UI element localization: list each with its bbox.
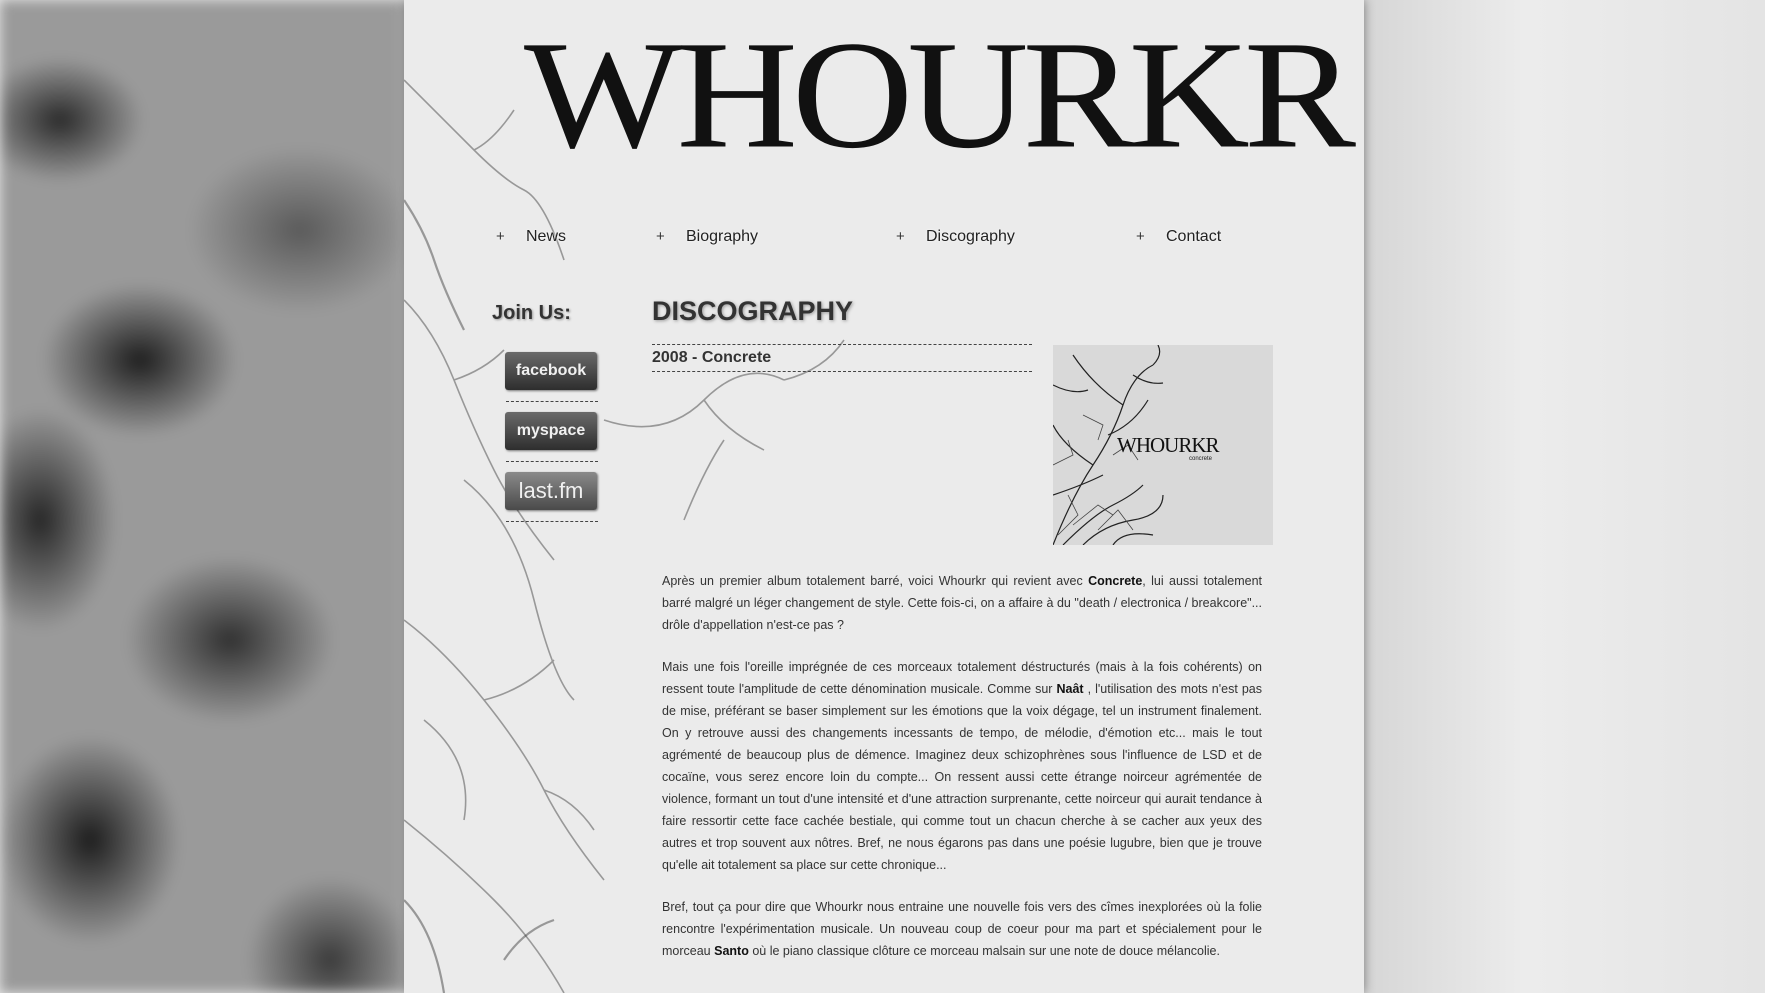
text: où le piano classique clôture ce morceau… (748, 944, 1220, 958)
nav-item-discography[interactable]: + Discography (896, 228, 1015, 246)
album-title: 2008 - Concrete (652, 349, 772, 366)
album-header: 2008 - Concrete (652, 344, 1032, 372)
bold-text: Concrete (1088, 574, 1143, 588)
main-navigation: + News + Biography + Discography + Contact (404, 228, 1364, 258)
nav-item-label: News (526, 228, 567, 245)
divider (506, 461, 598, 462)
site-logo[interactable]: WHOURKR (524, 15, 1356, 176)
page-title: DISCOGRAPHY (652, 296, 854, 326)
plus-icon: + (496, 228, 505, 245)
review-paragraph-1: Après un premier album totalement barré,… (662, 570, 1262, 636)
myspace-button[interactable]: myspace (505, 412, 597, 450)
nav-item-biography[interactable]: + Biography (656, 228, 758, 246)
nav-item-label: Contact (1166, 228, 1222, 245)
nav-item-label: Biography (686, 228, 759, 245)
cover-band-name: WHOURKR (1117, 433, 1219, 457)
page-container: WHOURKR + News + Biography + Discography + C… (404, 0, 1364, 993)
nav-item-news[interactable]: + News (496, 228, 566, 246)
divider (506, 401, 598, 402)
divider (506, 521, 598, 522)
background-right (1364, 0, 1765, 993)
facebook-button[interactable]: facebook (505, 352, 597, 390)
bold-text: Naât (1056, 682, 1084, 696)
plus-icon: + (1136, 228, 1145, 245)
plus-icon: + (896, 228, 905, 245)
review-paragraph-3: Bref, tout ça pour dire que Whourkr nous… (662, 896, 1262, 962)
blurred-background-left (0, 0, 404, 993)
plus-icon: + (656, 228, 665, 245)
cover-album-name: concrete (1189, 456, 1213, 462)
join-us-heading: Join Us: (492, 302, 571, 324)
nav-item-label: Discography (926, 228, 1015, 245)
text: , l'utilisation des mots n'est pas de mi… (662, 682, 1262, 872)
review-paragraph-2: Mais une fois l'oreille imprégnée de ces… (662, 656, 1262, 876)
text: Après un premier album totalement barré,… (662, 574, 1089, 588)
bold-text: Santo (714, 944, 749, 958)
album-cover-image[interactable]: WHOURKR concrete (1053, 345, 1273, 545)
nav-item-contact[interactable]: + Contact (1136, 228, 1221, 246)
lastfm-button[interactable]: last.fm (505, 472, 597, 510)
